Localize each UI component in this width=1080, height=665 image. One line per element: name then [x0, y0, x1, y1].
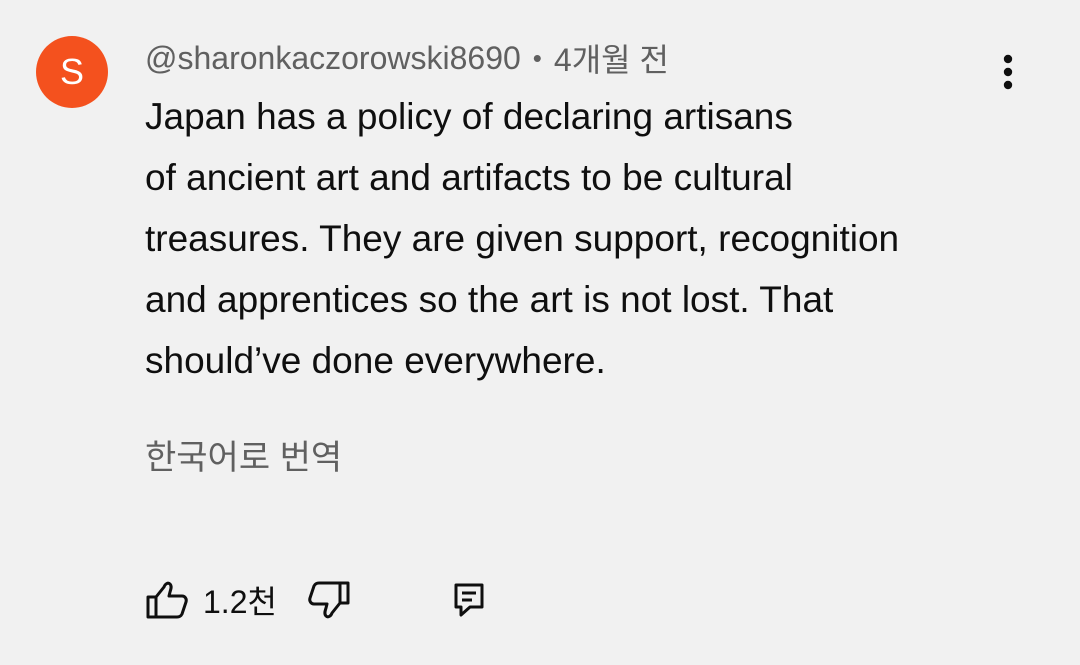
- comment-line: should’ve done everywhere.: [145, 340, 606, 381]
- dislike-button[interactable]: [307, 580, 351, 620]
- thumb-down-icon: [308, 581, 350, 619]
- reply-button[interactable]: [453, 582, 485, 618]
- reply-comment-icon: [454, 583, 484, 617]
- comment-time[interactable]: 4개월 전: [554, 35, 669, 81]
- author-handle[interactable]: @sharonkaczorowski8690: [145, 40, 521, 77]
- comment-text: Japan has a policy of declaring artisans…: [145, 86, 1005, 391]
- like-button[interactable]: [145, 580, 189, 620]
- comment-line: and apprentices so the art is not lost. …: [145, 279, 834, 320]
- header-separator: •: [532, 42, 542, 73]
- avatar-letter: S: [59, 51, 84, 92]
- avatar[interactable]: S: [36, 36, 108, 108]
- thumb-up-icon: [146, 581, 188, 619]
- comment-line: of ancient art and artifacts to be cultu…: [145, 157, 793, 198]
- more-vert-icon: [1003, 54, 1013, 90]
- comment-line: treasures. They are given support, recog…: [145, 218, 900, 259]
- like-count: 1.2천: [203, 584, 277, 620]
- comment-actions: 1.2천: [145, 575, 485, 625]
- comment-header: @sharonkaczorowski8690 • 4개월 전: [145, 36, 669, 80]
- translate-button[interactable]: 한국어로 번역: [145, 430, 342, 479]
- comment-line: Japan has a policy of declaring artisans: [145, 96, 793, 137]
